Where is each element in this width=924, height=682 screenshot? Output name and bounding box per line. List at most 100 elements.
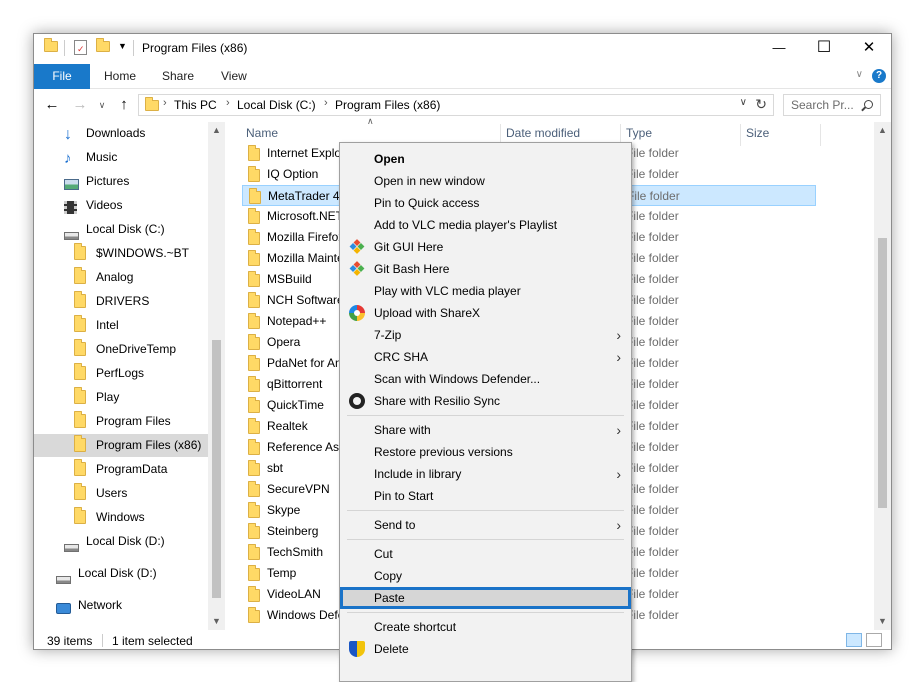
- menu-item-label: Include in library: [374, 467, 462, 481]
- file-type: File folder: [626, 566, 679, 580]
- menu-item[interactable]: Include in library ›: [340, 463, 631, 485]
- breadcrumb-separator[interactable]: ›: [226, 97, 230, 109]
- scroll-down-icon[interactable]: ▼: [874, 616, 891, 626]
- menu-item[interactable]: Play with VLC media player: [340, 280, 631, 302]
- navigation-bar: ← → ∨ ↑ › This PC › Local Disk (C:) › Pr…: [34, 90, 891, 120]
- sidebar-item-label: Music: [86, 150, 118, 164]
- column-divider[interactable]: [820, 124, 821, 146]
- recent-locations-icon[interactable]: ∨: [92, 96, 112, 114]
- breadcrumb-separator[interactable]: ›: [324, 97, 328, 109]
- file-name: MetaTrader 4: [268, 189, 340, 203]
- breadcrumb-separator[interactable]: ›: [163, 97, 167, 109]
- menu-item[interactable]: Open: [340, 148, 631, 170]
- breadcrumb-this-pc[interactable]: This PC: [174, 98, 217, 112]
- drive-icon: [56, 569, 71, 591]
- help-icon[interactable]: ?: [872, 69, 886, 83]
- breadcrumb-local-disk-c[interactable]: Local Disk (C:): [237, 98, 316, 112]
- file-list-scroll-thumb[interactable]: [878, 238, 887, 508]
- folder-icon: [248, 334, 260, 353]
- menu-item[interactable]: Scan with Windows Defender...: [340, 368, 631, 390]
- sidebar-scroll-thumb[interactable]: [212, 340, 221, 598]
- file-name: Skype: [267, 503, 301, 517]
- folder-icon: [248, 544, 260, 563]
- menu-item[interactable]: Cut: [340, 543, 631, 565]
- scroll-down-icon[interactable]: ▼: [208, 616, 225, 626]
- file-list-scrollbar[interactable]: ▲ ▼: [874, 122, 891, 630]
- file-type: File folder: [626, 440, 679, 454]
- details-view-icon[interactable]: [846, 633, 862, 647]
- column-header-date[interactable]: Date modified: [506, 126, 580, 140]
- menu-item[interactable]: 7-Zip ›: [340, 324, 631, 346]
- new-folder-icon[interactable]: [96, 38, 110, 55]
- back-arrow-icon[interactable]: ←: [42, 96, 62, 114]
- column-header-size[interactable]: Size: [746, 126, 769, 140]
- menu-item[interactable]: Copy: [340, 565, 631, 587]
- menu-item[interactable]: Share with ›: [340, 419, 631, 441]
- scroll-up-icon[interactable]: ▲: [208, 125, 225, 135]
- folder-icon: [74, 387, 86, 412]
- sidebar-scrollbar[interactable]: ▲ ▼: [208, 122, 225, 630]
- menu-item[interactable]: Restore previous versions: [340, 441, 631, 463]
- tab-home[interactable]: Home: [104, 64, 136, 89]
- chevron-down-icon[interactable]: ∨: [740, 97, 747, 108]
- breadcrumb-program-files-x86[interactable]: Program Files (x86): [335, 98, 440, 112]
- folder-icon: [74, 507, 86, 532]
- network-icon: [56, 599, 71, 621]
- menu-item[interactable]: Delete: [340, 638, 631, 660]
- file-type: File folder: [626, 524, 679, 538]
- folder-icon: [248, 565, 260, 584]
- address-bar[interactable]: › This PC › Local Disk (C:) › Program Fi…: [138, 94, 774, 116]
- menu-item-label: Restore previous versions: [374, 445, 513, 459]
- menu-separator: [347, 539, 624, 540]
- tab-file[interactable]: File: [34, 64, 90, 89]
- file-name: sbt: [267, 461, 284, 475]
- file-type: File folder: [626, 398, 679, 412]
- sidebar-item-label: DRIVERS: [96, 294, 150, 308]
- large-icons-view-icon[interactable]: [866, 633, 882, 647]
- menu-item[interactable]: Pin to Start: [340, 485, 631, 507]
- search-input[interactable]: Search Pr...: [783, 94, 881, 116]
- properties-icon[interactable]: ✓: [74, 40, 87, 55]
- menu-item[interactable]: Upload with ShareX: [340, 302, 631, 324]
- file-name: IQ Option: [267, 167, 319, 181]
- sidebar-item-label: $WINDOWS.~BT: [96, 246, 190, 260]
- file-type: File folder: [626, 356, 679, 370]
- item-count: 39 items: [47, 634, 93, 648]
- file-name: Opera: [267, 335, 301, 349]
- folder-icon: [248, 145, 260, 164]
- menu-item[interactable]: Pin to Quick access: [340, 192, 631, 214]
- menu-item[interactable]: Create shortcut: [340, 616, 631, 638]
- customize-toolbar-icon[interactable]: ▼: [118, 42, 127, 51]
- menu-item[interactable]: Share with Resilio Sync: [340, 390, 631, 412]
- refresh-icon[interactable]: ↻: [755, 96, 767, 113]
- menu-item[interactable]: Git GUI Here: [340, 236, 631, 258]
- forward-arrow-icon[interactable]: →: [70, 96, 90, 114]
- music-icon: ♪: [64, 150, 72, 167]
- menu-item[interactable]: Open in new window: [340, 170, 631, 192]
- menu-item[interactable]: Paste: [340, 587, 631, 609]
- tab-share[interactable]: Share: [162, 64, 194, 89]
- menu-item[interactable]: Git Bash Here: [340, 258, 631, 280]
- menu-item[interactable]: Add to VLC media player's Playlist: [340, 214, 631, 236]
- tab-view[interactable]: View: [221, 64, 247, 89]
- column-header-name[interactable]: Name: [246, 126, 278, 140]
- file-name: TechSmith: [267, 545, 324, 559]
- sidebar-item-label: Program Files: [96, 414, 171, 428]
- minimize-button[interactable]: —: [756, 34, 802, 64]
- file-name: Temp: [267, 566, 297, 580]
- scroll-up-icon[interactable]: ▲: [874, 125, 891, 135]
- column-header-type[interactable]: Type: [626, 126, 652, 140]
- menu-item[interactable]: Send to ›: [340, 514, 631, 536]
- maximize-button[interactable]: ☐: [801, 34, 847, 64]
- chevron-down-icon[interactable]: ∨: [856, 69, 863, 80]
- folder-icon: [248, 355, 260, 374]
- close-button[interactable]: ✕: [846, 34, 891, 64]
- folder-icon: [44, 38, 58, 55]
- menu-item[interactable]: CRC SHA ›: [340, 346, 631, 368]
- folder-icon: [248, 292, 260, 311]
- title-divider: [64, 40, 65, 56]
- up-arrow-icon[interactable]: ↑: [114, 96, 134, 114]
- submenu-arrow-icon: ›: [616, 327, 621, 343]
- sidebar-item-label: Play: [96, 390, 120, 404]
- resilio-icon: [349, 393, 365, 409]
